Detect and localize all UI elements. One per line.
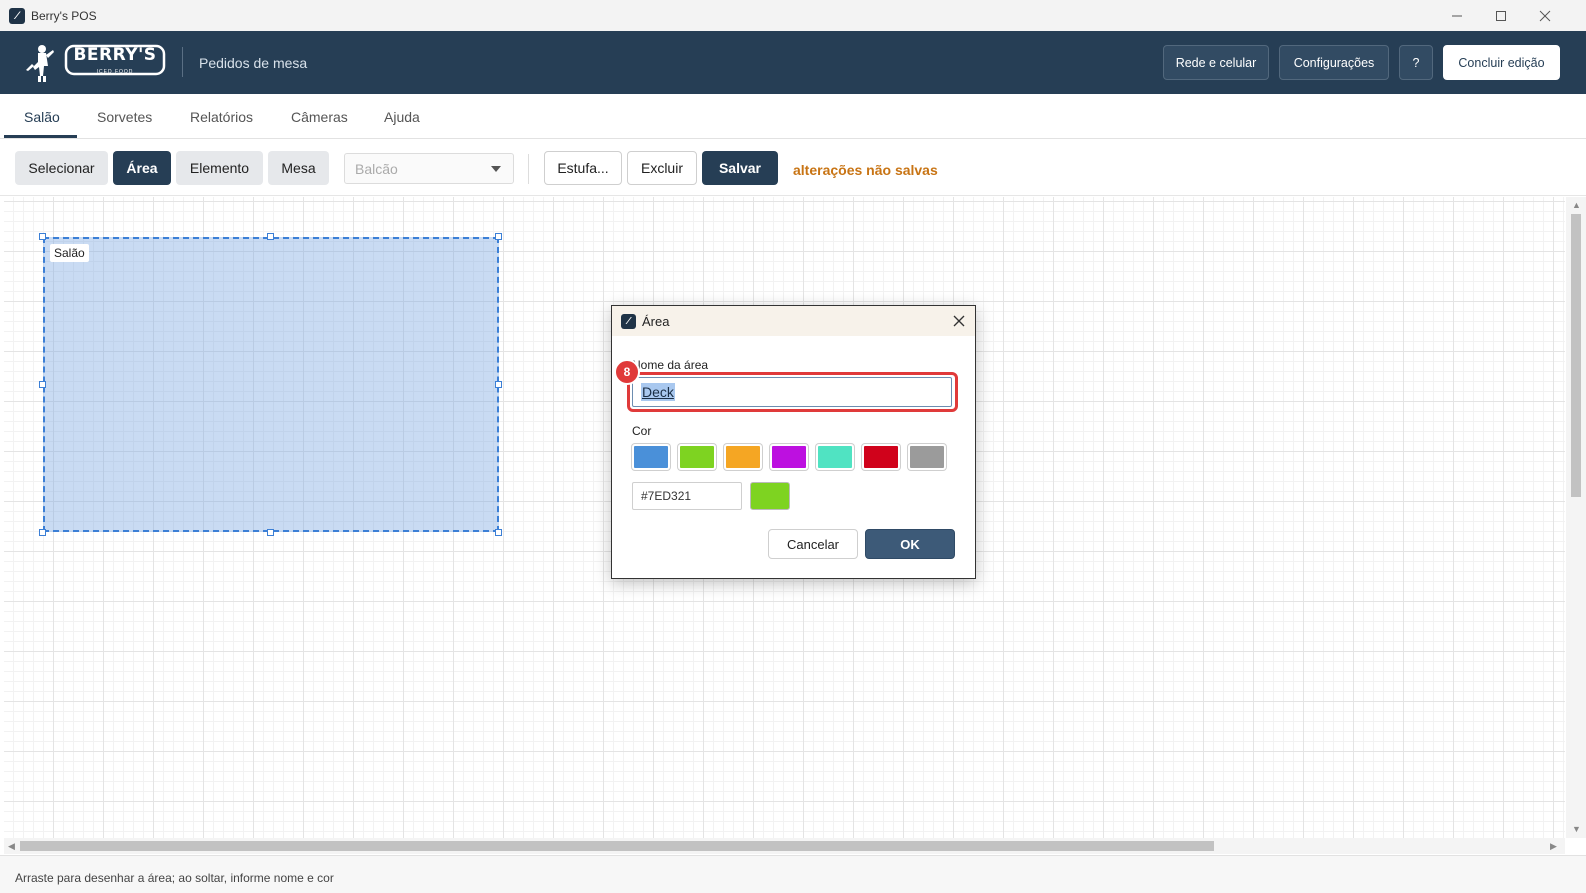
step-highlight-ring bbox=[627, 372, 958, 412]
tab-relatorios[interactable]: Relatórios bbox=[190, 94, 253, 139]
color-swatch-orange[interactable] bbox=[724, 444, 762, 470]
dialog-title: Área bbox=[642, 313, 670, 329]
scroll-left-icon[interactable]: ◀ bbox=[8, 841, 15, 851]
resize-handle-n[interactable] bbox=[267, 233, 274, 240]
hex-color-input[interactable] bbox=[632, 482, 742, 510]
window-title: Berry's POS bbox=[31, 8, 97, 23]
ok-button[interactable]: OK bbox=[865, 529, 955, 559]
color-swatch-gray[interactable] bbox=[908, 444, 946, 470]
vertical-scroll-thumb[interactable] bbox=[1571, 214, 1581, 497]
select-tool-button[interactable]: Selecionar bbox=[15, 151, 108, 185]
tab-sorvetes[interactable]: Sorvetes bbox=[97, 94, 152, 139]
tab-ajuda[interactable]: Ajuda bbox=[384, 94, 420, 139]
resize-handle-ne[interactable] bbox=[495, 233, 502, 240]
header-divider bbox=[182, 47, 183, 77]
area-name-label: Nome da área bbox=[632, 358, 709, 372]
resize-handle-s[interactable] bbox=[267, 529, 274, 536]
resize-handle-e[interactable] bbox=[495, 381, 502, 388]
network-button[interactable]: Rede e celular bbox=[1163, 45, 1269, 80]
element-tool-button[interactable]: Elemento bbox=[176, 151, 263, 185]
dialog-app-icon: ⁄ bbox=[621, 313, 636, 329]
toolbar-divider bbox=[528, 154, 529, 184]
help-button[interactable]: ? bbox=[1399, 45, 1433, 80]
settings-button[interactable]: Configurações bbox=[1279, 45, 1389, 80]
resize-handle-nw[interactable] bbox=[39, 233, 46, 240]
app-icon: ⁄ bbox=[9, 7, 25, 24]
chevron-down-icon bbox=[491, 166, 501, 172]
minimize-icon[interactable] bbox=[1435, 0, 1479, 31]
color-swatch-teal[interactable] bbox=[816, 444, 854, 470]
stretch-button[interactable]: Estufa... bbox=[544, 151, 622, 185]
dialog-titlebar: ⁄ Área bbox=[612, 306, 975, 336]
scroll-right-icon[interactable]: ▶ bbox=[1550, 841, 1557, 851]
delete-button[interactable]: Excluir bbox=[627, 151, 697, 185]
area-dialog: ⁄ Área Nome da área Deck 8 Cor Cancelar … bbox=[611, 305, 976, 579]
area-label: Salão bbox=[50, 244, 89, 262]
color-swatch-red[interactable] bbox=[862, 444, 900, 470]
table-tool-button[interactable]: Mesa bbox=[268, 151, 329, 185]
resize-handle-sw[interactable] bbox=[39, 529, 46, 536]
cancel-button[interactable]: Cancelar bbox=[768, 529, 858, 559]
active-tab-indicator bbox=[4, 135, 77, 138]
scroll-down-icon[interactable]: ▼ bbox=[1572, 824, 1581, 834]
vertical-scrollbar[interactable]: ▲ ▼ bbox=[1566, 197, 1586, 838]
horizontal-scroll-thumb[interactable] bbox=[20, 841, 1214, 851]
logo-subtext: ICED FOOD bbox=[96, 69, 134, 75]
window-titlebar: ⁄ Berry's POS bbox=[0, 0, 1586, 31]
logo-wordmark: BERRY'S bbox=[73, 45, 157, 65]
app-header: BERRY'S ICED FOOD Pedidos de mesa Rede e… bbox=[0, 31, 1586, 94]
color-swatch-green[interactable] bbox=[678, 444, 716, 470]
resize-handle-se[interactable] bbox=[495, 529, 502, 536]
tab-salao[interactable]: Salão bbox=[24, 94, 60, 139]
maximize-icon[interactable] bbox=[1479, 0, 1523, 31]
finish-editing-button[interactable]: Concluir edição bbox=[1443, 45, 1560, 80]
header-subtitle: Pedidos de mesa bbox=[199, 55, 308, 71]
step-badge: 8 bbox=[614, 359, 640, 385]
unsaved-changes-indicator: alterações não salvas bbox=[793, 162, 938, 178]
status-bar: Arraste para desenhar a área; ao soltar,… bbox=[0, 855, 1586, 893]
color-preview bbox=[750, 482, 790, 510]
area-salao[interactable]: Salão bbox=[43, 237, 499, 532]
resize-handle-w[interactable] bbox=[39, 381, 46, 388]
save-button[interactable]: Salvar bbox=[702, 151, 778, 185]
area-tool-button[interactable]: Área bbox=[113, 151, 171, 185]
main-tabs: Salão Sorvetes Relatórios Câmeras Ajuda bbox=[0, 94, 1586, 139]
color-label: Cor bbox=[632, 424, 652, 438]
close-icon[interactable] bbox=[951, 313, 967, 329]
close-icon[interactable] bbox=[1523, 0, 1567, 31]
scroll-up-icon[interactable]: ▲ bbox=[1572, 200, 1581, 210]
horizontal-scrollbar[interactable]: ◀ ▶ bbox=[4, 838, 1565, 854]
dropdown-value: Balcão bbox=[355, 160, 398, 177]
tab-cameras[interactable]: Câmeras bbox=[291, 94, 348, 139]
element-type-dropdown[interactable]: Balcão bbox=[344, 153, 514, 184]
color-swatch-blue[interactable] bbox=[632, 444, 670, 470]
status-hint: Arraste para desenhar a área; ao soltar,… bbox=[15, 871, 334, 885]
color-swatch-purple[interactable] bbox=[770, 444, 808, 470]
